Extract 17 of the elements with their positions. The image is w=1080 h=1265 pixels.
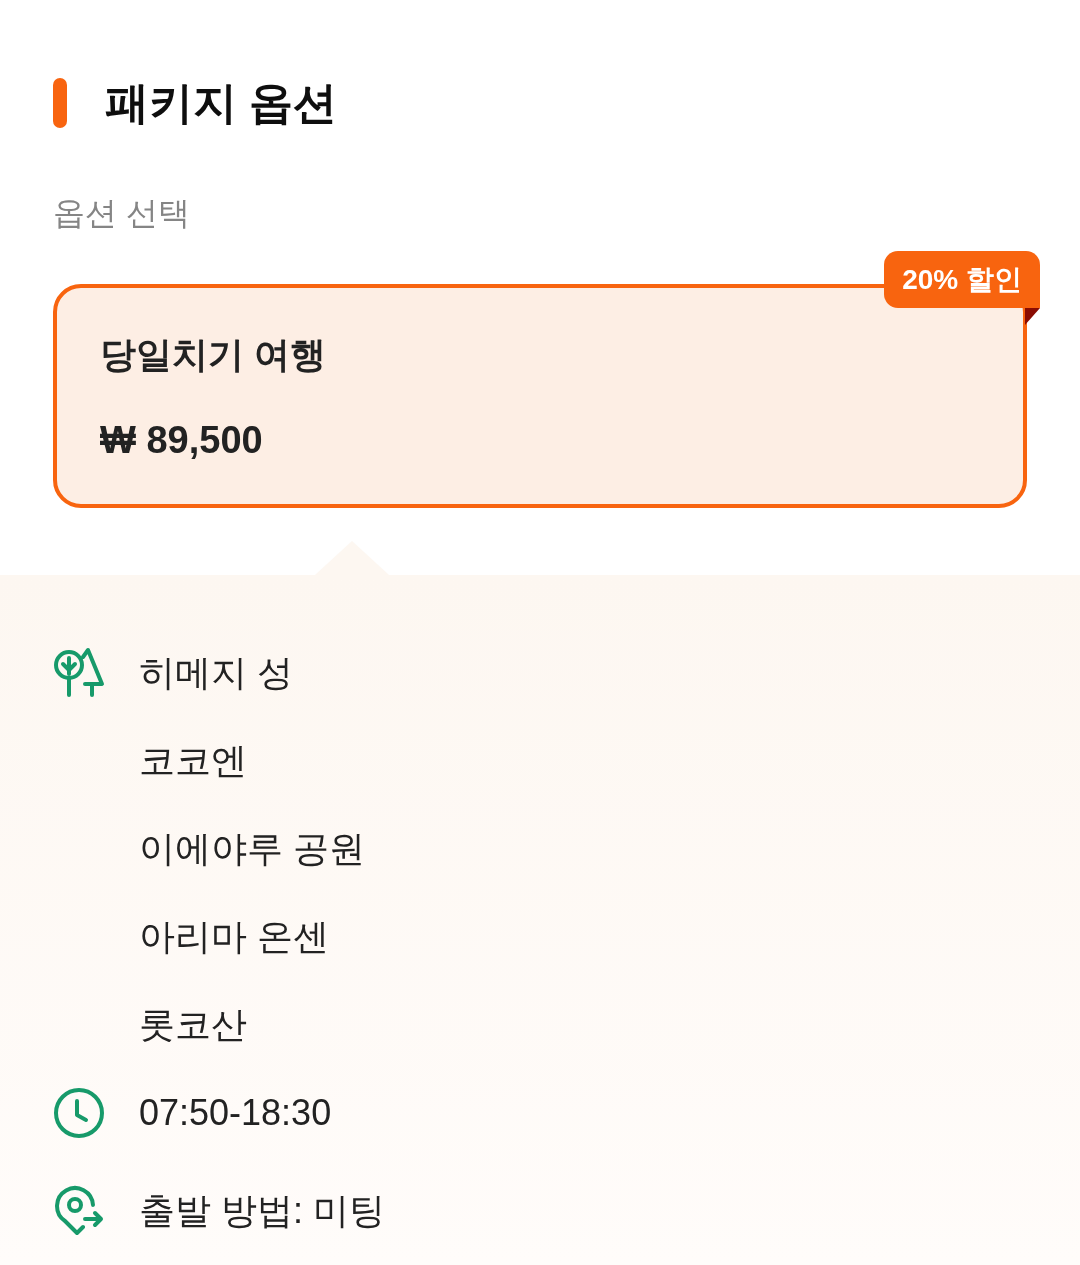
clock-icon (53, 1087, 105, 1139)
tree-icon (53, 647, 105, 699)
departure-text: 출발 방법: 미팅 (139, 1189, 385, 1233)
option-price: ₩ 89,500 (100, 418, 263, 463)
place-name: 이에야루 공원 (139, 827, 365, 871)
place-name: 롯코산 (139, 1003, 247, 1047)
subtitle-text: 옵션 선택 (53, 194, 190, 233)
discount-badge: 20% 할인 (884, 251, 1040, 308)
place-name: 히메지 성 (139, 651, 293, 695)
badge-fold-icon (1025, 308, 1040, 325)
section-title: 패키지 옵션 (105, 77, 338, 129)
option-name: 당일치기 여행 (100, 333, 326, 377)
place-name: 코코엔 (139, 739, 247, 783)
place-name: 아리마 온센 (139, 915, 329, 959)
pin-arrow-icon (53, 1185, 105, 1237)
time-text: 07:50-18:30 (139, 1091, 332, 1135)
accent-bar (53, 78, 67, 128)
